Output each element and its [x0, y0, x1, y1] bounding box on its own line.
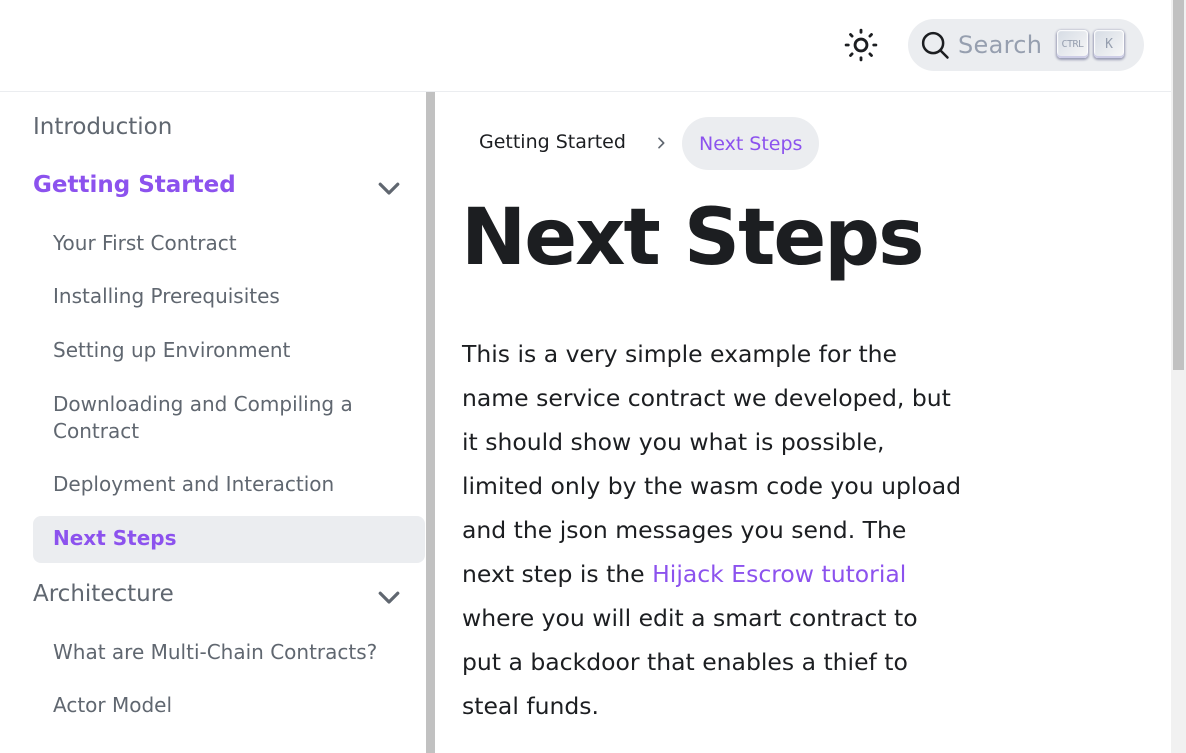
paragraph-text: This is a very simple example for the na…: [462, 340, 962, 588]
main-content: Getting Started Next Steps Next Steps Th…: [435, 92, 1171, 753]
sidebar-item-installing-prerequisites[interactable]: Installing Prerequisites: [53, 283, 393, 310]
sidebar: Introduction Getting Started Your First …: [0, 92, 426, 753]
paragraph-text: where you will edit a smart contract to …: [462, 604, 918, 720]
body-paragraph: This is a very simple example for the na…: [462, 332, 962, 728]
chevron-right-icon: [658, 137, 665, 149]
page-scrollbar-thumb[interactable]: [1173, 0, 1184, 370]
breadcrumb-current: Next Steps: [682, 117, 820, 170]
sidebar-item-downloading-compiling[interactable]: Downloading and Compiling a Contract: [53, 391, 393, 445]
search-label: Search: [958, 31, 1043, 59]
k-key-hint: K: [1094, 30, 1124, 58]
sidebar-category-getting-started[interactable]: Getting Started: [33, 172, 236, 199]
sidebar-item-label: Next Steps: [53, 526, 177, 550]
search-icon: [921, 31, 949, 59]
page-title: Next Steps: [461, 193, 925, 283]
sidebar-item-deployment-interaction[interactable]: Deployment and Interaction: [53, 471, 393, 498]
sidebar-item-actor-model[interactable]: Actor Model: [53, 692, 393, 719]
sidebar-scrollbar[interactable]: [426, 92, 435, 753]
sidebar-item-setting-up-environment[interactable]: Setting up Environment: [53, 337, 393, 364]
navbar: Search CTRL K: [0, 0, 1171, 92]
search-button[interactable]: Search CTRL K: [908, 19, 1144, 71]
sidebar-item-your-first-contract[interactable]: Your First Contract: [53, 230, 393, 257]
chevron-down-icon[interactable]: [374, 582, 404, 612]
theme-toggle-button[interactable]: [838, 22, 884, 68]
sidebar-item-next-steps[interactable]: Next Steps: [33, 516, 425, 563]
chevron-down-icon[interactable]: [374, 173, 404, 203]
hijack-escrow-link[interactable]: Hijack Escrow tutorial: [652, 560, 906, 588]
sun-icon: [844, 28, 878, 62]
breadcrumb-getting-started[interactable]: Getting Started: [479, 131, 626, 153]
sidebar-item-multi-chain-contracts[interactable]: What are Multi-Chain Contracts?: [53, 639, 393, 666]
sidebar-category-architecture[interactable]: Architecture: [33, 581, 174, 608]
sidebar-item-introduction[interactable]: Introduction: [33, 114, 172, 141]
ctrl-key-hint: CTRL: [1057, 30, 1088, 58]
